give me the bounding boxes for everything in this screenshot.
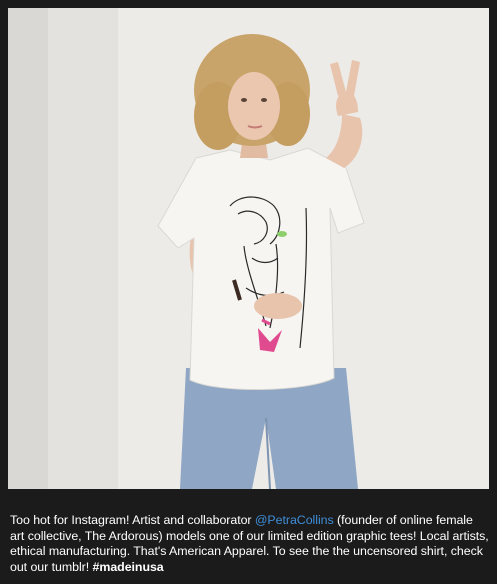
post-photo[interactable] [8, 8, 489, 489]
user-mention-link[interactable]: @PetraCollins [255, 513, 334, 527]
caption-text-start: Too hot for Instagram! Artist and collab… [10, 513, 255, 527]
instagram-post-card: Too hot for Instagram! Artist and collab… [0, 0, 497, 584]
hashtag-link[interactable]: #madeinusa [93, 560, 164, 574]
post-caption: Too hot for Instagram! Artist and collab… [10, 513, 490, 575]
photo-illustration [8, 8, 489, 489]
